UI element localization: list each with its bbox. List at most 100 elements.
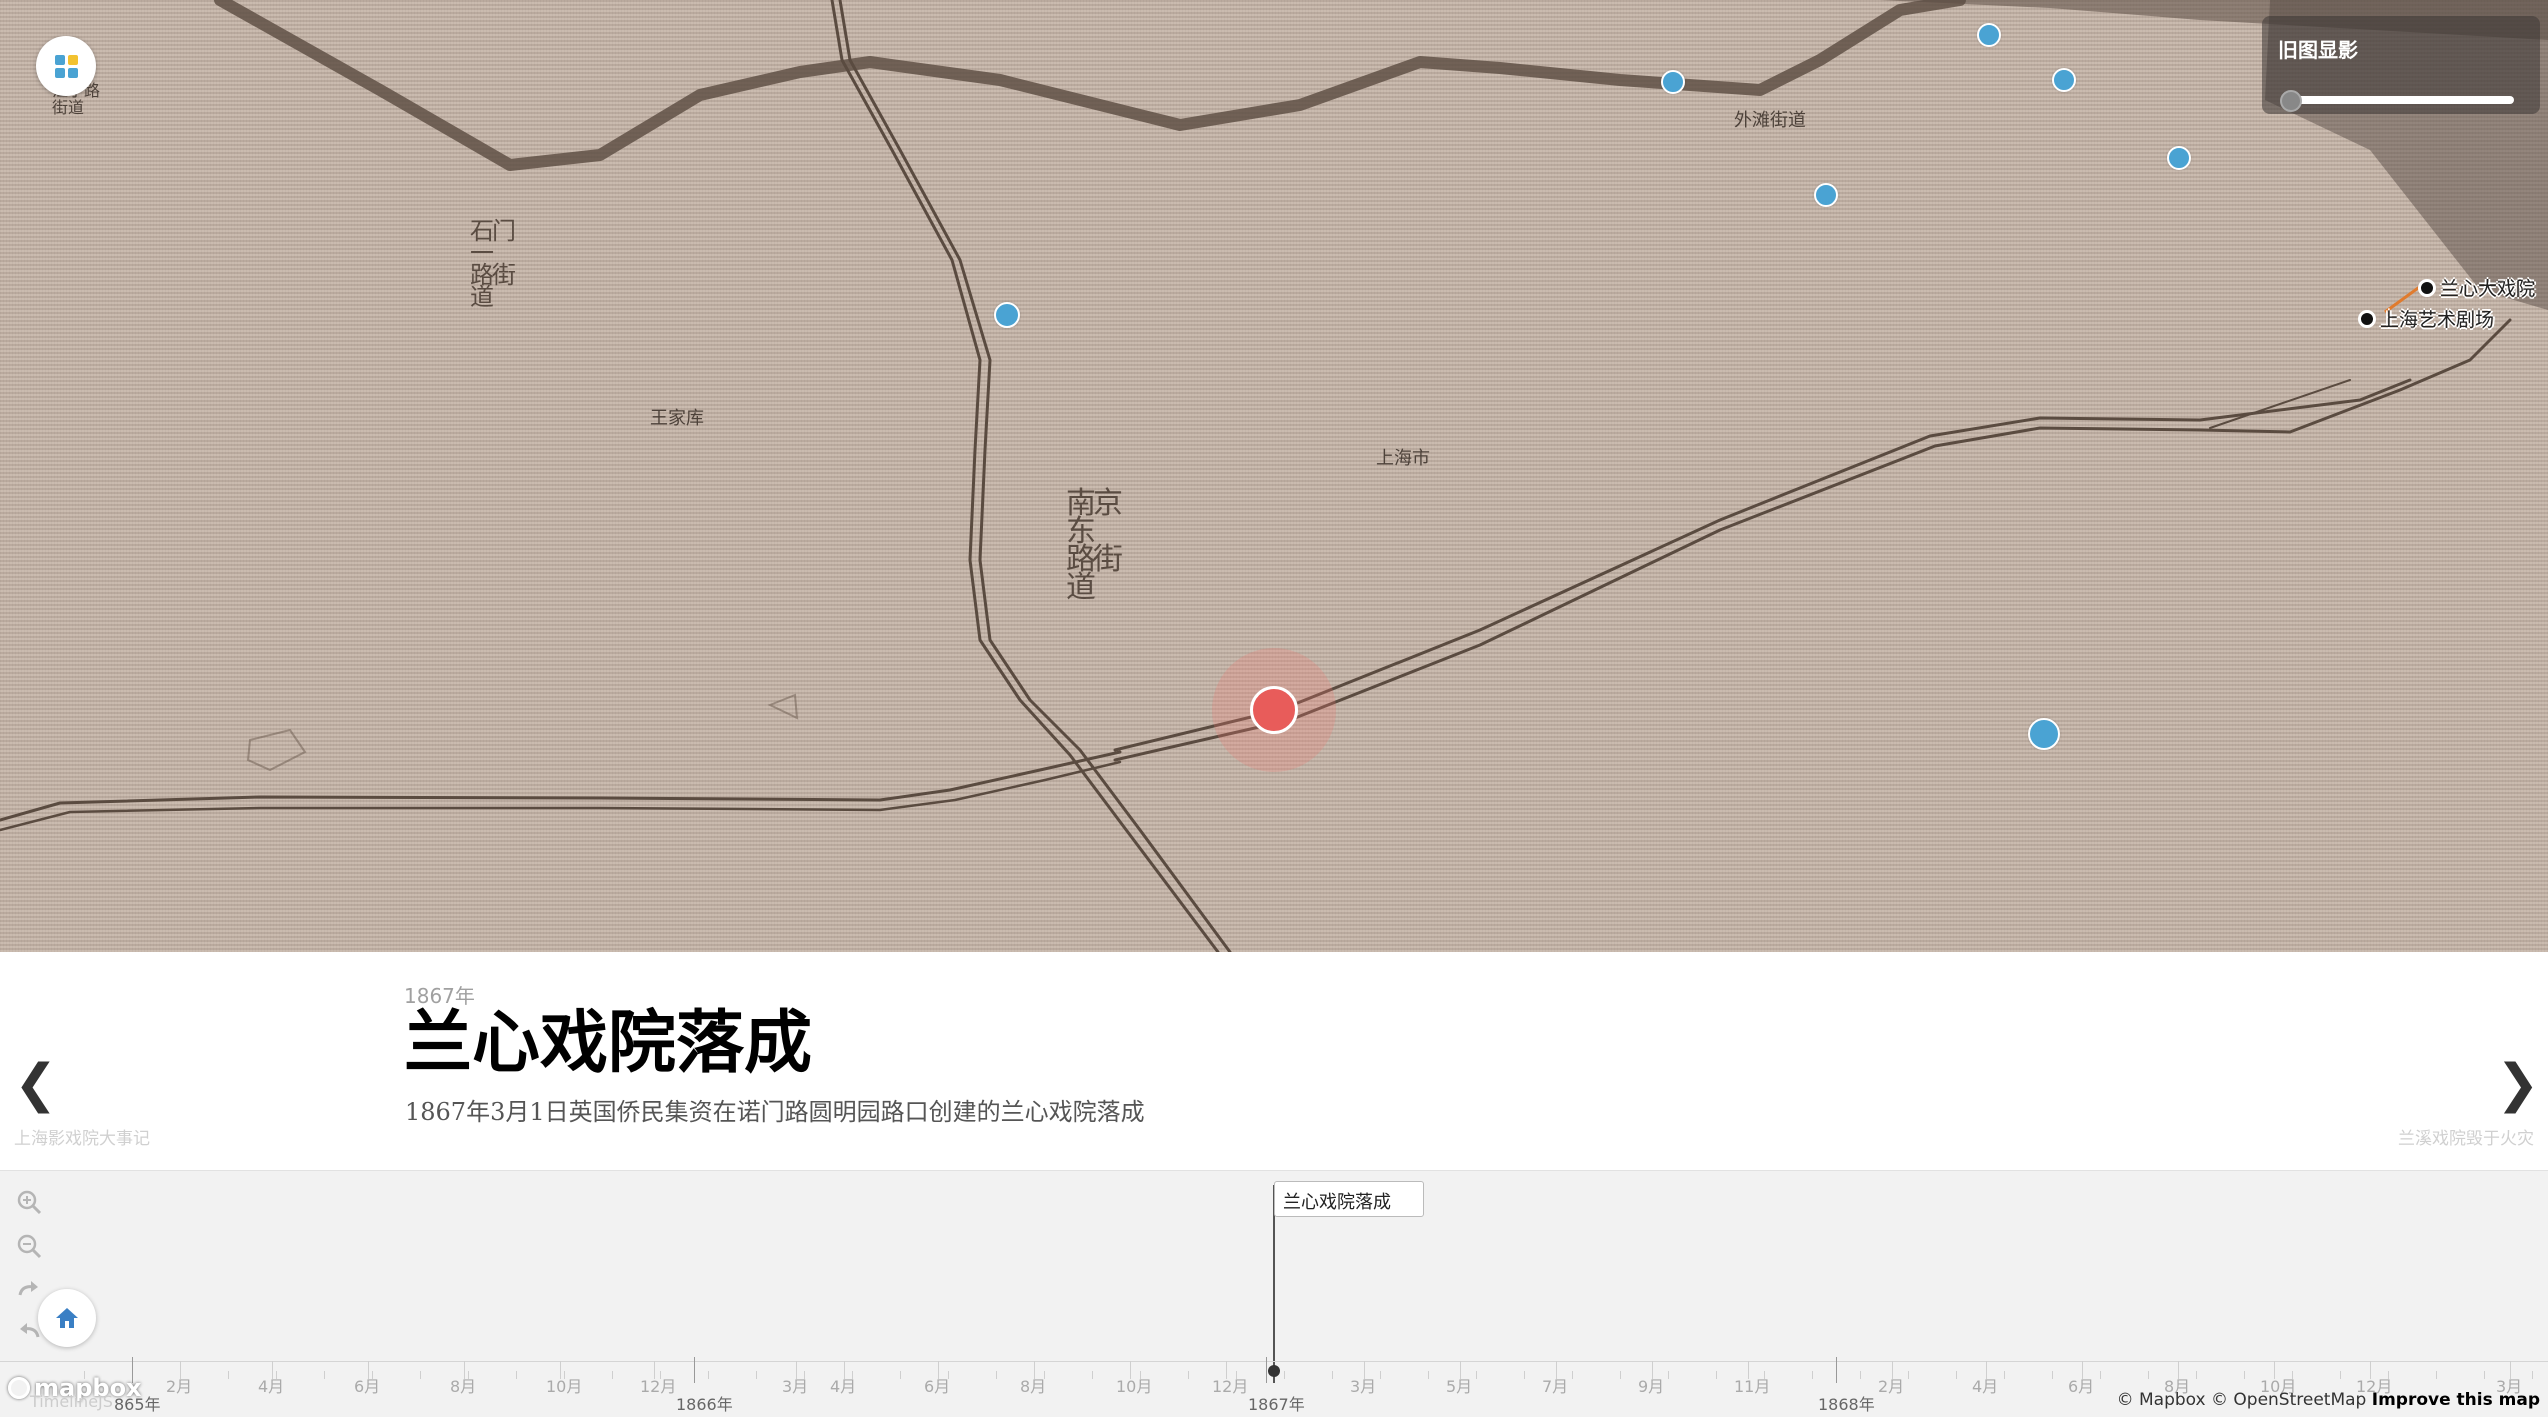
poi-marker[interactable] (1977, 23, 2001, 47)
timeline-year-label: 1867年 (1248, 1395, 1305, 1414)
poi-marker[interactable] (2028, 718, 2060, 750)
home-button[interactable] (38, 1289, 96, 1347)
timeline-navigator[interactable]: 兰心戏院落成 2月 4月 6月 8月 10月 12月 3月 4月 6月 8月 10月 12月 3月 5月 7… (0, 1170, 2548, 1417)
overlay-title: 旧图显影 (2278, 38, 2358, 62)
timeline-minor-tick (2004, 1371, 2005, 1379)
timeline-minor-tick (612, 1371, 613, 1379)
timeline-minor-tick (900, 1371, 901, 1379)
home-icon (56, 1308, 78, 1328)
poi-marker[interactable] (2052, 68, 2076, 92)
timeline-minor-tick (1956, 1371, 1957, 1379)
place-label-wangjiaku: 王家库 (650, 408, 704, 429)
timeline-minor-tick (2052, 1371, 2053, 1379)
timeline-minor-tick (1620, 1371, 1621, 1379)
next-event-caption[interactable]: 兰溪戏院毁于火灾 (2398, 1124, 2534, 1149)
timeline-minor-tick (708, 1371, 709, 1379)
timeline-minor-tick (420, 1371, 421, 1379)
timeline-minor-tick (1572, 1371, 1573, 1379)
active-event-marker[interactable] (1250, 686, 1298, 734)
zoom-out-icon[interactable] (16, 1233, 42, 1259)
timeline-minor-tick (1044, 1371, 1045, 1379)
next-event-button[interactable]: ❯ (2496, 1058, 2540, 1110)
old-map-overlay-panel: 旧图显影 (2262, 16, 2540, 114)
timeline-month-label: 10月 (1116, 1377, 1153, 1396)
road-network (0, 0, 2548, 952)
timeline-minor-tick (1092, 1371, 1093, 1379)
timeline-minor-tick (1764, 1371, 1765, 1379)
timeline-year-tick (1836, 1357, 1837, 1383)
improve-map-link[interactable]: Improve this map (2372, 1390, 2540, 1410)
timeline-month-label: 4月 (1972, 1377, 1999, 1396)
timeline-minor-tick (1908, 1371, 1909, 1379)
event-description: 1867年3月1日英国侨民集资在诺门路圆明园路口创建的兰心戏院落成 (405, 1098, 1145, 1126)
timeline-year-label: 1868年 (1818, 1395, 1875, 1414)
timeline-minor-tick (1428, 1371, 1429, 1379)
timeline-minor-tick (564, 1371, 565, 1379)
place-label-shikumen: 石门一 路街道 (470, 217, 516, 311)
timeline-month-label: 12月 (640, 1377, 677, 1396)
poi-marker[interactable] (994, 302, 1020, 328)
timeline-month-label: 5月 (1446, 1377, 1473, 1396)
timeline-minor-tick (1236, 1371, 1237, 1379)
timeline-minor-tick (1140, 1371, 1141, 1379)
timeline-minor-tick (1332, 1371, 1333, 1379)
mapbox-logo-icon (8, 1377, 30, 1399)
prev-event-caption[interactable]: 上海影戏院大事记 (14, 1124, 150, 1149)
poi-marker[interactable] (2167, 146, 2191, 170)
timeline-minor-tick (2484, 1371, 2485, 1379)
timeline-minor-tick (180, 1371, 181, 1379)
timeline-year-tick (1266, 1357, 1267, 1383)
timeline-minor-tick (1380, 1371, 1381, 1379)
attribution-mapbox[interactable]: © Mapbox (2117, 1390, 2206, 1410)
place-label-shanghai: 上海市 (1376, 448, 1430, 469)
timeline-minor-tick (276, 1371, 277, 1379)
theatre-marker-lanxin[interactable]: 兰心大戏院 (2418, 274, 2535, 301)
timeline-month-label: 8月 (450, 1377, 477, 1396)
timeline-minor-tick (2532, 1371, 2533, 1379)
poi-marker[interactable] (1814, 183, 1838, 207)
timeline-minor-tick (2340, 1371, 2341, 1379)
timeline-minor-tick (516, 1371, 517, 1379)
timeline-minor-tick (468, 1371, 469, 1379)
timeline-minor-tick (2148, 1371, 2149, 1379)
timeline-month-label: 6月 (2068, 1377, 2095, 1396)
poi-marker[interactable] (1661, 70, 1685, 94)
timeline-minor-tick (948, 1371, 949, 1379)
overlay-opacity-track[interactable] (2292, 96, 2514, 104)
redo-icon[interactable] (16, 1277, 42, 1303)
timeline-minor-tick (1812, 1371, 1813, 1379)
timeline-month-label: 8月 (1020, 1377, 1047, 1396)
timeline-minor-tick (372, 1371, 373, 1379)
timeline-event-flag[interactable]: 兰心戏院落成 (1274, 1181, 1424, 1217)
timeline-minor-tick (1524, 1371, 1525, 1379)
timeline-minor-tick (2244, 1371, 2245, 1379)
zoom-in-icon[interactable] (16, 1189, 42, 1215)
apps-grid-icon (54, 54, 78, 78)
timeline-minor-tick (804, 1371, 805, 1379)
story-panel: 1867年 兰心戏院落成 1867年3月1日英国侨民集资在诺门路圆明园路口创建的… (0, 952, 2548, 1170)
timeline-month-label: 3月 (1350, 1377, 1377, 1396)
attribution-osm[interactable]: © OpenStreetMap (2211, 1390, 2366, 1410)
timeline-month-label: 6月 (924, 1377, 951, 1396)
timeline-minor-tick (660, 1371, 661, 1379)
timeline-minor-tick (2436, 1371, 2437, 1379)
timeline-axis (0, 1361, 2548, 1362)
timeline-month-label: 7月 (1542, 1377, 1569, 1396)
timeline-minor-tick (1668, 1371, 1669, 1379)
theatre-label: 兰心大戏院 (2440, 278, 2536, 300)
timeline-minor-tick (1476, 1371, 1477, 1379)
historical-map[interactable]: 外滩街道 石门一 路街道 王家库 上海市 南京东 路街道 江宁路 街道 兰心大戏… (0, 0, 2548, 952)
theatre-marker-art[interactable]: 上海艺术剧场 (2358, 305, 2494, 332)
timeline-current-knob[interactable] (1268, 1365, 1280, 1377)
place-label-nanjing: 南京东 路街道 (1066, 486, 1123, 605)
overlay-opacity-thumb[interactable] (2280, 90, 2302, 112)
timeline-month-label: 6月 (354, 1377, 381, 1396)
prev-event-button[interactable]: ❮ (14, 1058, 58, 1110)
apps-menu-button[interactable] (36, 36, 96, 96)
timeline-credit[interactable]: TimelineJS (30, 1392, 113, 1411)
timeline-minor-tick (852, 1371, 853, 1379)
theatre-dot (2418, 278, 2436, 297)
event-title: 兰心戏院落成 (404, 1004, 813, 1083)
timeline-minor-tick (228, 1371, 229, 1379)
timeline-year-tick (694, 1357, 695, 1383)
